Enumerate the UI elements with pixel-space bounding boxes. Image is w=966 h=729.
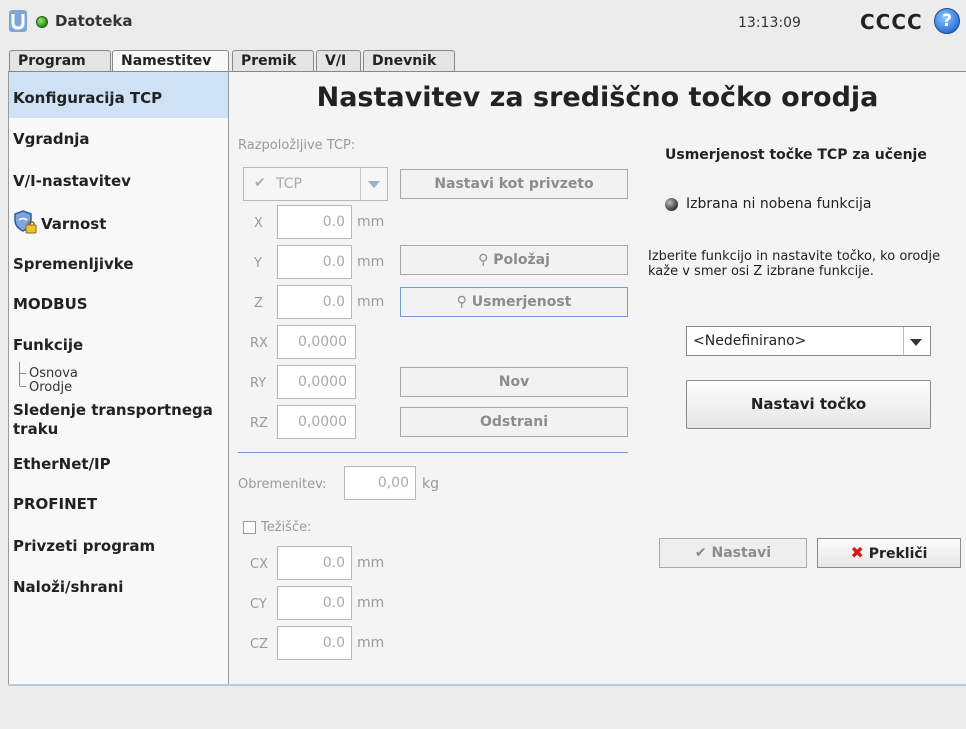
- rz-label: RZ: [250, 416, 268, 431]
- bottom-divider: [8, 684, 966, 686]
- sidebar-item-default-program[interactable]: Privzeti program: [9, 537, 228, 555]
- tab-io[interactable]: V/I: [316, 50, 361, 72]
- sidebar-item-profinet[interactable]: PROFINET: [9, 495, 228, 513]
- payload-unit: kg: [422, 476, 439, 492]
- set-default-button[interactable]: Nastavi kot privzeto: [400, 169, 628, 199]
- orientation-button-label: Usmerjenost: [471, 294, 572, 310]
- tree-line: [19, 362, 22, 386]
- rz-field[interactable]: 0,0000: [277, 405, 356, 439]
- cx-field[interactable]: 0.0: [277, 546, 352, 580]
- y-field[interactable]: 0.0: [277, 245, 352, 279]
- z-field[interactable]: 0.0: [277, 285, 352, 319]
- feature-dropdown-value: <Nedefinirano>: [693, 333, 807, 349]
- robot-status-icon: [36, 16, 48, 28]
- cy-field[interactable]: 0.0: [277, 586, 352, 620]
- cz-field[interactable]: 0.0: [277, 626, 352, 660]
- feature-dropdown[interactable]: <Nedefinirano>: [686, 326, 931, 356]
- new-tcp-button[interactable]: Nov: [400, 367, 628, 397]
- tab-log[interactable]: Dnevnik: [363, 50, 455, 72]
- cancel-button-label: Prekliči: [868, 546, 928, 562]
- shield-lock-icon: [13, 209, 39, 239]
- x-field[interactable]: 0.0: [277, 205, 352, 239]
- apply-button-label: Nastavi: [711, 545, 772, 561]
- help-button[interactable]: ?: [934, 8, 960, 34]
- sidebar: Konfiguracija TCP Vgradnja V/I-nastavite…: [8, 72, 229, 684]
- cx-label: CX: [250, 557, 268, 572]
- sidebar-item-features[interactable]: Funkcije: [9, 336, 228, 354]
- tree-line: [20, 373, 26, 374]
- pin-icon: ⚲: [456, 294, 467, 310]
- ry-label: RY: [250, 376, 267, 391]
- sidebar-item-mounting[interactable]: Vgradnja: [9, 130, 228, 148]
- x-label: X: [254, 216, 263, 231]
- sidebar-subitem-base[interactable]: Osnova: [29, 366, 78, 381]
- rx-field[interactable]: 0,0000: [277, 325, 356, 359]
- status-dot-icon: [665, 198, 678, 211]
- tcp-select[interactable]: ✔ TCP: [243, 167, 388, 201]
- orientation-button[interactable]: ⚲ Usmerjenost: [400, 287, 628, 317]
- tcp-select-value: TCP: [276, 176, 302, 192]
- pin-icon: ⚲: [478, 252, 489, 268]
- sidebar-item-safety[interactable]: Varnost: [9, 209, 228, 237]
- payload-field[interactable]: 0,00: [344, 466, 416, 500]
- page-title: Nastavitev za središčno točko orodja: [316, 82, 879, 113]
- y-unit: mm: [357, 254, 385, 270]
- teach-heading: Usmerjenost točke TCP za učenje: [665, 147, 927, 163]
- cz-unit: mm: [357, 635, 385, 651]
- tree-line: [20, 386, 26, 387]
- z-label: Z: [254, 296, 263, 311]
- available-tcp-label: Razpoložljive TCP:: [238, 138, 356, 153]
- sidebar-item-label: Varnost: [41, 215, 107, 233]
- set-point-button[interactable]: Nastavi točko: [686, 380, 931, 429]
- sidebar-item-load-save[interactable]: Naloži/shrani: [9, 578, 228, 596]
- chevron-down-icon: [910, 339, 922, 346]
- position-button-label: Položaj: [493, 252, 550, 268]
- apply-button[interactable]: ✔ Nastavi: [659, 538, 807, 568]
- section-divider: [238, 452, 628, 453]
- clock: 13:13:09: [738, 15, 801, 31]
- sidebar-item-io-setup[interactable]: V/I-nastavitev: [9, 172, 228, 190]
- cy-unit: mm: [357, 595, 385, 611]
- tab-installation[interactable]: Namestitev: [112, 50, 229, 73]
- cancel-button[interactable]: ✖ Prekliči: [817, 538, 961, 568]
- sidebar-item-tcp-config[interactable]: Konfiguracija TCP: [9, 72, 228, 118]
- tab-move[interactable]: Premik: [232, 50, 314, 72]
- cx-unit: mm: [357, 555, 385, 571]
- teach-status: Izbrana ni nobena funkcija: [686, 196, 872, 212]
- z-unit: mm: [357, 294, 385, 310]
- sidebar-item-ethernet-ip[interactable]: EtherNet/IP: [9, 455, 228, 473]
- remove-tcp-button[interactable]: Odstrani: [400, 407, 628, 437]
- payload-label: Obremenitev:: [238, 477, 327, 492]
- sidebar-subitem-tool[interactable]: Orodje: [29, 380, 72, 395]
- cog-checkbox[interactable]: [243, 521, 256, 534]
- y-label: Y: [254, 256, 262, 271]
- teach-instructions: Izberite funkcijo in nastavite točko, ko…: [648, 249, 941, 279]
- x-unit: mm: [357, 214, 385, 230]
- file-menu[interactable]: Datoteka: [55, 12, 133, 30]
- position-button[interactable]: ⚲ Položaj: [400, 245, 628, 275]
- cy-label: CY: [250, 597, 267, 612]
- top-bar: [0, 0, 966, 46]
- close-icon: ✖: [850, 543, 864, 562]
- sidebar-item-modbus[interactable]: MODBUS: [9, 295, 228, 313]
- ry-field[interactable]: 0,0000: [277, 365, 356, 399]
- ur-logo-icon: [8, 9, 28, 33]
- sidebar-item-conveyor-tracking[interactable]: Sledenje transportnega traku: [9, 401, 228, 439]
- rx-label: RX: [250, 336, 268, 351]
- sidebar-item-variables[interactable]: Spremenljivke: [9, 255, 228, 273]
- check-icon: ✔: [254, 175, 266, 191]
- cog-label: Težišče:: [261, 520, 312, 535]
- tab-program[interactable]: Program: [9, 50, 111, 72]
- check-icon: ✔: [694, 545, 707, 561]
- cz-label: CZ: [250, 637, 268, 652]
- robot-name: CCCC: [860, 10, 923, 34]
- chevron-down-icon: [368, 181, 380, 188]
